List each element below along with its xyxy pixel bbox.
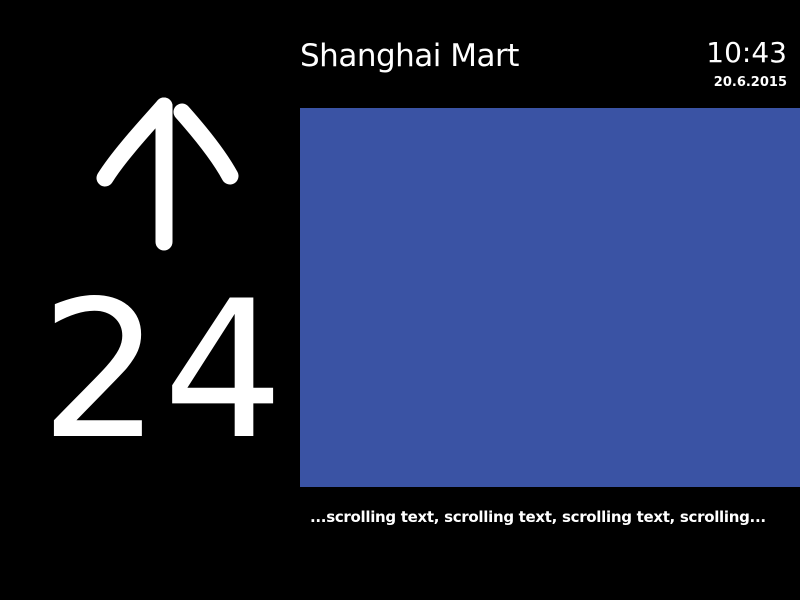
building-name: Shanghai Mart bbox=[300, 38, 519, 74]
scrolling-ticker: ...scrolling text, scrolling text, scrol… bbox=[310, 508, 766, 526]
elevator-display-screen: 24 Shanghai Mart 10:43 20.6.2015 ...scro… bbox=[0, 0, 800, 600]
floor-number: 24 bbox=[40, 260, 286, 481]
clock-time: 10:43 bbox=[706, 36, 787, 69]
clock-date: 20.6.2015 bbox=[713, 75, 787, 90]
floor-indicator-panel: 24 bbox=[0, 0, 300, 600]
media-content-area bbox=[300, 108, 800, 487]
arrow-up-icon bbox=[90, 92, 240, 254]
